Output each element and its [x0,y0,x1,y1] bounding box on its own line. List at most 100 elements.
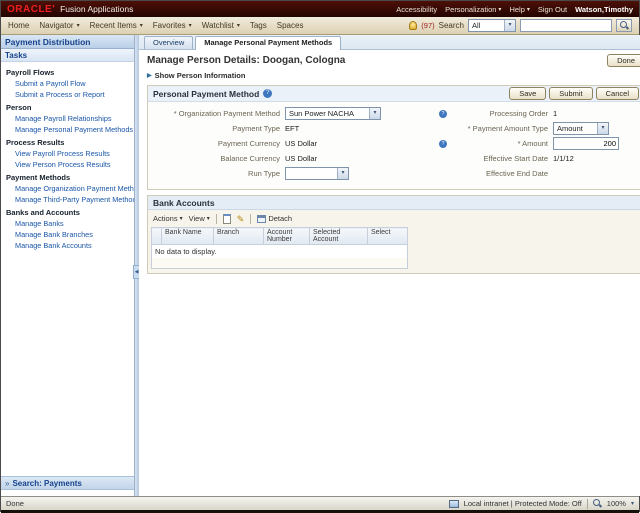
notifications-bell-icon[interactable] [409,21,418,30]
create-icon[interactable] [222,213,231,224]
section-header: Personal Payment Method ? Save Submit Ca… [148,86,640,102]
task-group-payment-methods: Payment Methods [6,173,71,182]
show-person-information-toggle[interactable]: ▶ Show Person Information [147,71,640,80]
search-go-button[interactable] [616,19,632,32]
chevron-down-icon: ▾ [236,23,240,29]
tab-overview[interactable]: Overview [144,36,194,49]
sidebar-item-manage-personal-payment-methods[interactable]: Manage Personal Payment Methods [15,125,134,134]
payment-amount-type-select[interactable]: Amount ▾ [553,122,609,135]
menu-navigator[interactable]: Navigator ▾ [39,21,79,30]
menu-home[interactable]: Home [8,21,29,30]
toolbar-divider [215,213,217,224]
sidebar-item-manage-payroll-relationships[interactable]: Manage Payroll Relationships [15,114,134,123]
field-label: Payment Currency [217,139,280,148]
column-header-select[interactable]: Select [367,227,408,245]
menu-recent-items[interactable]: Recent Items ▾ [90,21,143,30]
chevron-down-icon: ▾ [206,216,210,222]
save-button[interactable]: Save [509,87,547,100]
status-divider [586,498,588,509]
column-header-account-number[interactable]: Account Number [263,227,310,245]
sidebar-item-manage-banks[interactable]: Manage Banks [15,219,134,228]
task-group-process-results: Process Results [6,138,65,147]
column-header-selected-account[interactable]: Selected Account [309,227,368,245]
menu-watchlist[interactable]: Watchlist ▾ [202,21,240,30]
menu-spaces[interactable]: Spaces [277,21,304,30]
actions-menu[interactable]: Actions ▾ [153,214,183,223]
submit-button[interactable]: Submit [549,87,593,100]
sidebar-item-manage-third-party-payment-methods[interactable]: Manage Third-Party Payment Methods [15,195,134,204]
processing-order-value: 1 [553,109,558,118]
detach-icon [257,214,267,223]
page-content: Manage Person Details: Doogan, Cologna D… [139,50,640,496]
section-body: * Organization Payment Method Sun Power … [148,102,640,189]
chevron-down-icon: ▾ [504,20,515,31]
run-type-select[interactable]: ▾ [285,167,349,180]
done-button[interactable]: Done [607,54,640,67]
cancel-button[interactable]: Cancel [595,87,639,100]
sidebar-item-manage-bank-accounts[interactable]: Manage Bank Accounts [15,241,134,250]
effective-start-date-value: 1/1/12 [553,154,574,163]
zoom-level[interactable]: 100% [607,499,626,508]
expand-arrow-icon: ▶ [147,73,152,79]
sign-out-link[interactable]: Sign Out [538,5,567,14]
field-label: Run Type [248,169,280,178]
sidebar-item-manage-bank-branches[interactable]: Manage Bank Branches [15,230,134,239]
form-row: ? Processing Order 1 [438,107,638,120]
task-group-person: Person [6,103,32,112]
bank-accounts-table: Bank Name Branch Account Number Selected… [151,227,408,269]
column-header-bank-name[interactable]: Bank Name [161,227,214,245]
chevron-down-icon: ▾ [139,23,143,29]
form-row: ? * Amount [438,137,638,150]
personalization-menu[interactable]: Personalization ▾ [445,5,501,14]
sidebar-item-submit-a-payroll-flow[interactable]: Submit a Payroll Flow [15,79,134,88]
search-icon [619,21,629,30]
chevron-down-icon: ▾ [76,23,80,29]
payment-type-value: EFT [285,124,300,133]
page-title: Manage Person Details: Doogan, Cologna [147,55,346,66]
field-label: Balance Currency [220,154,280,163]
topbar-links: Accessibility Personalization ▾ Help ▾ Sig… [396,5,633,14]
chevron-down-icon: ▾ [179,216,183,222]
accessibility-link[interactable]: Accessibility [396,5,437,14]
expand-section-icon: » [5,478,10,488]
chevron-down-icon: ▾ [526,6,530,13]
form-row: Effective End Date [438,167,638,180]
detach-button[interactable]: Detach [257,214,292,223]
sidebar-item-submit-a-process-or-report[interactable]: Submit a Process or Report [15,90,134,99]
sidebar-item-view-person-process-results[interactable]: View Person Process Results [15,160,134,169]
menu-favorites[interactable]: Favorites ▾ [153,21,192,30]
main-panel: Overview Manage Personal Payment Methods… [139,35,640,496]
search-scope-select[interactable]: All ▾ [468,19,516,32]
form-row: Balance Currency US Dollar [152,152,438,165]
menu-tags[interactable]: Tags [250,21,267,30]
chevron-down-icon: ▾ [597,123,608,134]
section-title: Personal Payment Method [153,88,260,99]
help-icon[interactable]: ? [439,139,447,148]
view-menu[interactable]: View ▾ [189,214,210,223]
search-payments-section[interactable]: » Search: Payments [1,476,134,490]
notification-count[interactable]: (97) [421,21,434,30]
chevron-down-icon: ▾ [498,6,502,13]
menubar: Home Navigator ▾ Recent Items ▾ Favorites ▾… [1,17,639,35]
help-icon[interactable]: ? [263,89,273,98]
chevron-down-icon[interactable]: ▾ [631,500,634,507]
help-menu[interactable]: Help ▾ [509,5,529,14]
form-column-left: * Organization Payment Method Sun Power … [152,107,438,182]
field-label: * Amount [517,139,548,148]
tab-manage-personal-payment-methods[interactable]: Manage Personal Payment Methods [195,36,342,50]
help-icon[interactable]: ? [439,109,447,118]
status-bar: Done Local intranet | Protected Mode: Of… [1,496,639,510]
organization-payment-method-select[interactable]: Sun Power NACHA ▾ [285,107,381,120]
table-header-row: Bank Name Branch Account Number Selected… [151,227,408,245]
section-buttons: Save Submit Cancel [509,87,639,100]
intranet-zone-icon [448,499,459,508]
sidebar-title: Payment Distribution [1,35,134,49]
sidebar-item-manage-organization-payment-methods[interactable]: Manage Organization Payment Methods [15,184,134,193]
status-text: Done [6,499,24,508]
column-header-branch[interactable]: Branch [213,227,264,245]
row-selector-column-header [151,227,162,245]
edit-icon[interactable]: ✎ [237,214,245,224]
sidebar-item-view-payroll-process-results[interactable]: View Payroll Process Results [15,149,134,158]
global-search-input[interactable] [520,19,612,32]
amount-input[interactable] [553,137,619,150]
